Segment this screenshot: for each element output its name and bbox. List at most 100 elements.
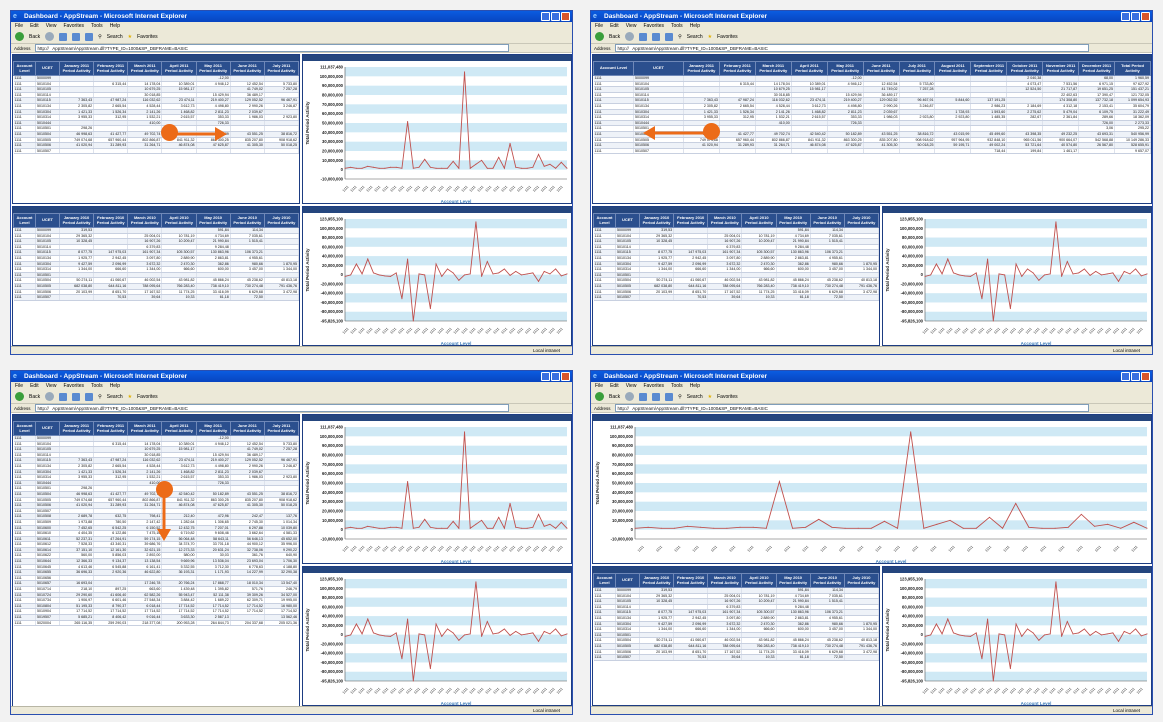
value-cell [59,148,95,155]
menu-tools[interactable]: Tools [671,23,683,29]
close-button[interactable] [1141,372,1150,381]
favorites-icon[interactable]: ★ [708,390,712,404]
address-input[interactable]: http:// AppStream/AppStream.dll?TYPE_ID=… [34,404,509,412]
ie-icon: e [593,373,597,380]
forward-icon[interactable] [45,32,55,41]
table-row[interactable]: 1111 5010507 70,53 39,64 19,33 61,18 72,50 [593,654,879,661]
maximize-button[interactable] [551,372,560,381]
search-label[interactable]: Search [107,390,123,404]
menu-favorites[interactable]: Favorites [643,383,664,389]
stop-icon[interactable] [59,392,68,401]
y-axis-label: Total Period Activity [595,461,600,505]
data-point [555,628,557,630]
home-icon[interactable] [665,392,674,401]
favorites-icon[interactable]: ★ [128,390,132,404]
address-input[interactable]: http:// AppStream/AppStream.dll?TYPE_ID=… [614,404,1089,412]
favorites-label[interactable]: Favorites [717,30,738,44]
refresh-icon[interactable] [72,32,81,41]
menu-favorites[interactable]: Favorites [643,23,664,29]
menu-help[interactable]: Help [110,383,120,389]
menu-edit[interactable]: Edit [30,383,39,389]
forward-icon[interactable] [625,392,635,401]
favorites-label[interactable]: Favorites [137,30,158,44]
minimize-button[interactable] [541,12,550,21]
maximize-button[interactable] [1131,372,1140,381]
y-tick-label: 20,000,000 [322,263,344,268]
y-tick-label: 60,000,000 [902,604,924,609]
forward-icon[interactable] [625,32,635,41]
stop-icon[interactable] [639,392,648,401]
search-label[interactable]: Search [107,30,123,44]
menu-help[interactable]: Help [690,383,700,389]
search-label[interactable]: Search [687,390,703,404]
menu-tools[interactable]: Tools [671,383,683,389]
menu-help[interactable]: Help [690,23,700,29]
table-row[interactable]: 1111 5010507 70,53 39,64 19,33 61,18 72,50 [593,294,879,301]
forward-icon[interactable] [45,392,55,401]
search-icon[interactable]: ⚲ [98,390,102,404]
maximize-button[interactable] [551,12,560,21]
menu-view[interactable]: View [626,383,637,389]
favorites-icon[interactable]: ★ [128,30,132,44]
refresh-icon[interactable] [72,392,81,401]
menu-edit[interactable]: Edit [610,383,619,389]
back-label[interactable]: Back [29,30,40,44]
maximize-button[interactable] [1131,12,1140,21]
refresh-icon[interactable] [652,32,661,41]
table-row[interactable]: 1111 5010507 [13,148,299,155]
address-input[interactable]: http:// AppStream/AppStream.dll?TYPE_ID=… [614,44,1089,52]
chart-band [925,579,1147,589]
back-icon[interactable] [595,392,604,401]
refresh-icon[interactable] [652,392,661,401]
data-point [1044,274,1046,276]
data-point [1106,633,1108,635]
menu-favorites[interactable]: Favorites [63,23,84,29]
y-tick-label: 10,000,000 [322,518,344,523]
menu-file[interactable]: File [15,23,23,29]
favorites-icon[interactable]: ★ [708,30,712,44]
data-point [970,635,972,637]
menu-edit[interactable]: Edit [30,23,39,29]
menu-help[interactable]: Help [110,23,120,29]
y-tick-label: 100,000,000 [320,434,344,439]
menu-file[interactable]: File [595,383,603,389]
menu-view[interactable]: View [626,23,637,29]
stop-icon[interactable] [639,32,648,41]
search-label[interactable]: Search [687,30,703,44]
menu-file[interactable]: File [15,383,23,389]
minimize-button[interactable] [1121,12,1130,21]
back-icon[interactable] [15,392,24,401]
table-row[interactable]: 1111 5010507 718,44 199,84 1 461,17 9 657,07 [593,148,1151,155]
favorites-label[interactable]: Favorites [717,390,738,404]
close-button[interactable] [561,12,570,21]
column-header-month: September 2011 Period Activity [970,61,1008,76]
back-label[interactable]: Back [609,390,620,404]
home-icon[interactable] [665,32,674,41]
search-icon[interactable]: ⚲ [678,390,682,404]
menu-view[interactable]: View [46,383,57,389]
search-icon[interactable]: ⚲ [678,30,682,44]
back-label[interactable]: Back [29,390,40,404]
close-button[interactable] [1141,12,1150,21]
home-icon[interactable] [85,392,94,401]
favorites-label[interactable]: Favorites [137,390,158,404]
table-row[interactable]: 1111 5020004 265 116,35 259 290,03 218 377,0… [13,620,299,627]
menu-tools[interactable]: Tools [91,383,103,389]
stop-icon[interactable] [59,32,68,41]
menu-favorites[interactable]: Favorites [63,383,84,389]
back-icon[interactable] [595,32,604,41]
minimize-button[interactable] [1121,372,1130,381]
menu-file[interactable]: File [595,23,603,29]
menu-tools[interactable]: Tools [91,23,103,29]
minimize-button[interactable] [541,372,550,381]
search-icon[interactable]: ⚲ [98,30,102,44]
toolbar: Back ⚲ Search ★ Favorites [591,390,1152,404]
close-button[interactable] [561,372,570,381]
back-label[interactable]: Back [609,30,620,44]
home-icon[interactable] [85,32,94,41]
table-row[interactable]: 1111 5010507 70,53 39,64 19,33 61,18 72,50 [13,294,299,301]
menu-view[interactable]: View [46,23,57,29]
back-icon[interactable] [15,32,24,41]
address-input[interactable]: http:// AppStream/AppStream.dll?TYPE_ID=… [34,44,509,52]
menu-edit[interactable]: Edit [610,23,619,29]
